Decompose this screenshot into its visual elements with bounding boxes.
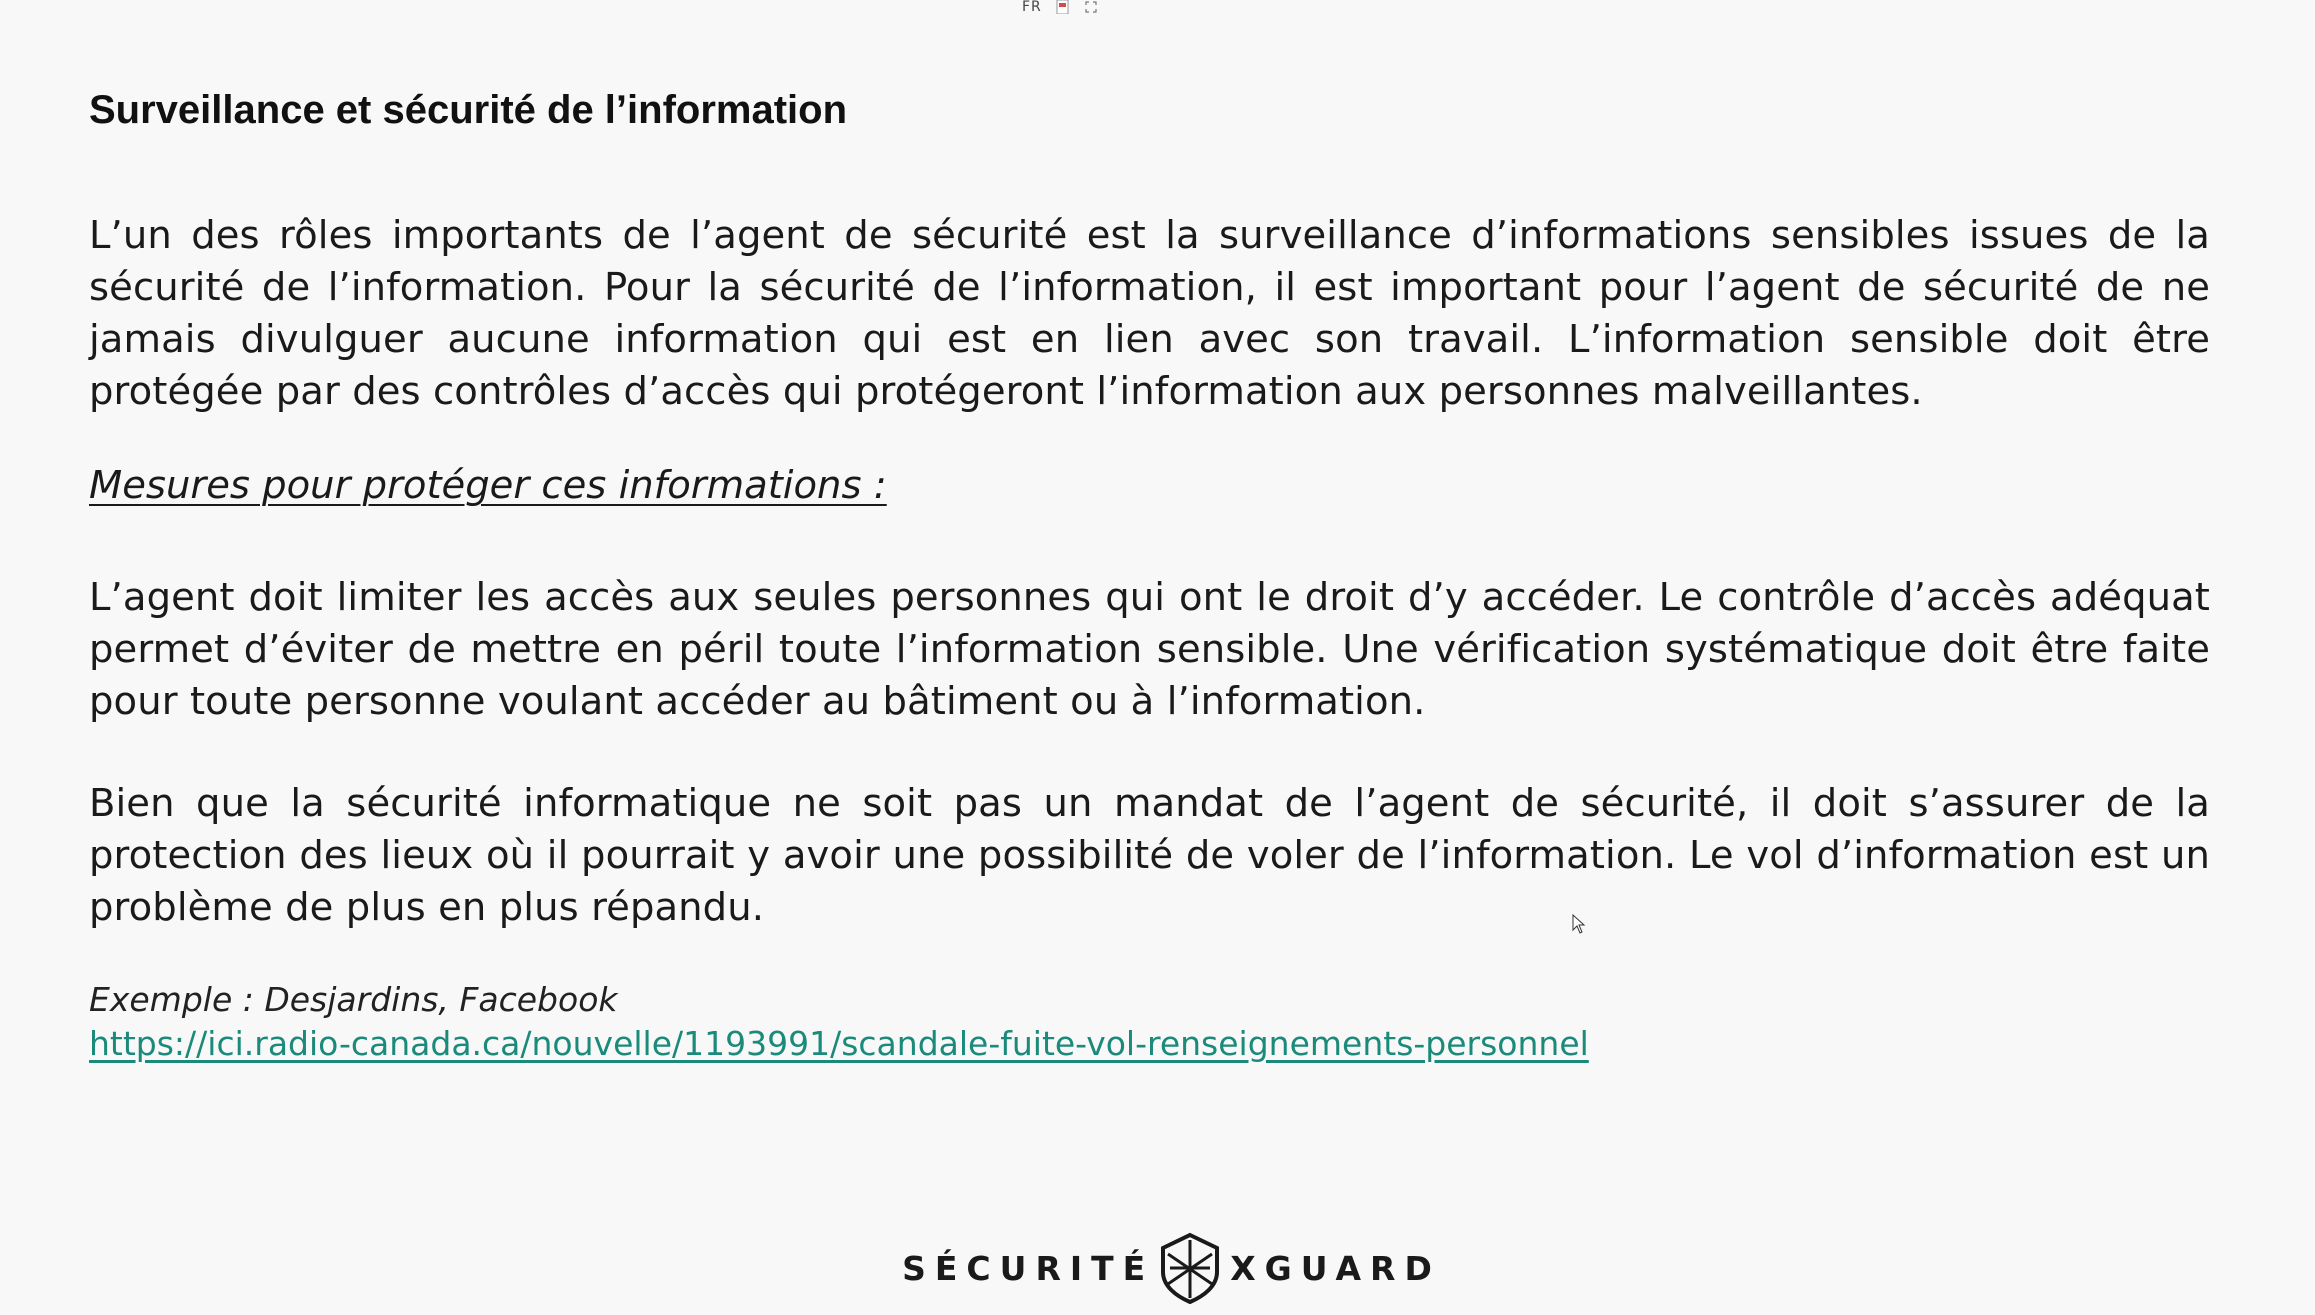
paragraph-access-control: L’agent doit limiter les accès aux seule… — [89, 575, 2210, 724]
example-text: Exemple : Desjardins, Facebook — [89, 980, 618, 1019]
xguard-shield-logo-icon — [1161, 1232, 1220, 1304]
brand-name-right: XGUARD — [1230, 1248, 1441, 1288]
footer-brand: SÉCURITÉ XGUARD — [0, 1232, 2315, 1304]
brand-name-left: SÉCURITÉ — [902, 1248, 1155, 1288]
page-title: Surveillance et sécurité de l’informatio… — [89, 88, 848, 132]
top-toolbar: FR — [1022, 0, 1098, 20]
language-indicator[interactable]: FR — [1022, 0, 1042, 15]
document-content: Surveillance et sécurité de l’informatio… — [89, 84, 2210, 1063]
pdf-icon[interactable] — [1056, 0, 1070, 14]
section-subtitle: Mesures pour protéger ces informations : — [89, 463, 887, 508]
paragraph-it-security: Bien que la sécurité informatique ne soi… — [89, 781, 2210, 930]
mouse-cursor-icon — [1572, 914, 1586, 934]
paragraph-intro: L’un des rôles importants de l’agent de … — [89, 213, 2210, 414]
radio-canada-link[interactable]: https://ici.radio-canada.ca/nouvelle/119… — [89, 1022, 1589, 1066]
fullscreen-icon[interactable] — [1084, 0, 1098, 14]
